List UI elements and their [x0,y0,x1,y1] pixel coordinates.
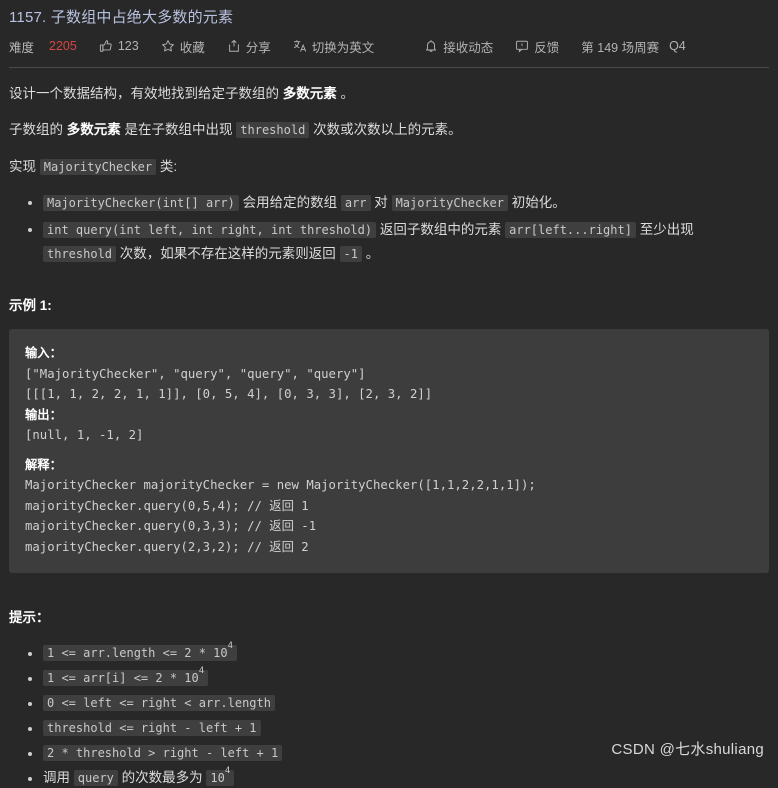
problem-page: 1157. 子数组中占绝大多数的元素 难度 2205 123 收藏 分享 切换为… [0,0,778,786]
inline-code-arr: arr [340,195,371,211]
difficulty-value: 2205 [49,39,77,53]
constraint-text: 调用 [43,770,74,785]
subscribe-label: 接收动态 [443,40,494,55]
spec-text: 会用给定的数组 [238,195,341,210]
example-heading: 示例 1: [9,298,52,313]
contest-link[interactable]: 第 149 场周赛 [581,37,659,56]
inline-code-query-signature: int query(int left, int right, int thres… [43,222,377,238]
inline-code-majoritychecker: MajorityChecker [39,159,157,175]
spec-text: 次数，如果不存在这样的元素则返回 [116,246,340,261]
constraint-code: 1 <= arr[i] <= 2 * 104 [43,667,209,686]
description-paragraph-2: 子数组的 多数元素 是在子数组中出现 threshold 次数或次数以上的元素。 [9,119,769,141]
list-item: threshold <= right - left + 1 [28,718,769,738]
constraint-code: 2 * threshold > right - left + 1 [43,745,283,761]
difficulty-group: 难度 2205 [9,37,77,56]
example-explain-line-1: MajorityChecker majorityChecker = new Ma… [25,478,536,492]
desc-text: 是在子数组中出现 [120,122,237,137]
favorite-label: 收藏 [179,40,205,55]
problem-meta-bar: 难度 2205 123 收藏 分享 切换为英文 接收动态 反馈 第 149 场周… [9,32,769,60]
example-explain-label: 解释： [25,457,62,472]
spec-text: 对 [370,195,392,210]
example-explain-line-2: majorityChecker.query(0,5,4); // 返回 1 [25,498,309,513]
desc-text: 。 [336,86,355,101]
share-label: 分享 [245,40,271,55]
bell-icon [424,39,438,53]
constraint-superscript: 4 [198,666,205,676]
share-button[interactable]: 分享 [227,37,271,56]
list-item: 0 <= left <= right < arr.length [28,693,769,713]
constraint-code: 0 <= left <= right < arr.length [43,695,275,711]
favorite-button[interactable]: 收藏 [161,37,205,56]
desc-text: 次数或次数以上的元素。 [309,122,462,137]
spec-text: 初始化。 [507,195,566,210]
constraint-text: 的次数最多为 [117,770,207,785]
problem-content: 设计一个数据结构，有效地找到给定子数组的 多数元素 。 子数组的 多数元素 是在… [9,68,769,788]
constraint-superscript: 4 [227,641,234,651]
example-input-label: 输入： [25,346,62,360]
constraint-superscript: 4 [224,766,231,776]
inline-code-threshold: threshold [236,122,310,138]
list-item: int query(int left, int right, int thres… [28,218,769,266]
desc-strong: 多数元素 [66,122,121,137]
constraints-list: 1 <= arr.length <= 2 * 104 1 <= arr[i] <… [9,642,769,788]
page-title: 1157. 子数组中占绝大多数的元素 [9,9,234,26]
feedback-icon [515,39,529,53]
switch-language-button[interactable]: 切换为英文 [293,37,375,56]
csdn-watermark: CSDN @七水shuliang [611,741,764,758]
example-output-label: 输出： [25,407,62,422]
example-spacer [25,446,753,455]
thumbs-up-icon [99,39,113,53]
inline-code-arr-range: arr[left...right] [505,222,636,238]
description-paragraph-1: 设计一个数据结构，有效地找到给定子数组的 多数元素 。 [9,83,769,104]
switch-language-label: 切换为英文 [311,40,375,55]
desc-text: 实现 [9,159,40,174]
constraint-code: 1 <= arr.length <= 2 * 104 [43,642,238,661]
inline-code-threshold: threshold [43,246,117,262]
desc-strong: 多数元素 [282,86,337,101]
subscribe-button[interactable]: 接收动态 [424,37,493,56]
constraint-text: 1 <= arr[i] <= 2 * 10 [47,671,199,685]
description-paragraph-3: 实现 MajorityChecker 类: [9,156,769,178]
inline-code-constructor: MajorityChecker(int[] arr) [43,195,239,211]
list-item: 1 <= arr[i] <= 2 * 104 [28,667,769,688]
inline-code-minus-one: -1 [339,246,362,262]
hints-heading: 提示： [9,610,50,625]
list-item: MajorityChecker(int[] arr) 会用给定的数组 arr 对… [28,191,769,215]
share-icon [227,39,241,53]
example-input-line-2: [[[1, 1, 2, 2, 1, 1]], [0, 5, 4], [0, 3,… [25,387,433,401]
feedback-button[interactable]: 反馈 [515,37,559,56]
list-item: 1 <= arr.length <= 2 * 104 [28,642,769,663]
api-spec-list: MajorityChecker(int[] arr) 会用给定的数组 arr 对… [9,191,769,266]
contest-label: 第 149 场周赛 [581,40,660,55]
spec-text: 返回子数组中的元素 [376,222,506,237]
question-number[interactable]: Q4 [669,39,686,53]
example-input-line-1: ["MajorityChecker", "query", "query", "q… [25,366,366,381]
spec-text: 。 [362,246,380,261]
example-explain-line-4: majorityChecker.query(2,3,2); // 返回 2 [25,539,309,554]
spec-text: 至少出现 [635,222,694,237]
desc-text: 子数组的 [9,122,67,137]
desc-text: 设计一个数据结构，有效地找到给定子数组的 [9,86,283,101]
like-button[interactable]: 123 [99,39,139,53]
example-explain-line-3: majorityChecker.query(0,3,3); // 返回 -1 [25,519,317,533]
constraint-text: 10 [210,771,225,785]
star-icon [161,39,175,53]
question-number-label: Q4 [669,39,686,53]
like-count: 123 [117,39,139,53]
difficulty-label: 难度 [9,40,35,55]
desc-text: 类: [156,159,178,174]
constraint-code: 104 [206,767,235,786]
inline-code-query: query [73,770,118,786]
example-output-line: [null, 1, -1, 2] [25,428,144,442]
inline-code-classname: MajorityChecker [391,195,508,211]
list-item: 调用 query 的次数最多为 104 [28,767,769,788]
feedback-label: 反馈 [534,40,560,55]
example-code-block: 输入： ["MajorityChecker", "query", "query"… [9,329,769,573]
constraint-text: 1 <= arr.length <= 2 * 10 [47,646,228,660]
constraint-code: threshold <= right - left + 1 [43,720,261,736]
translate-icon [293,39,307,53]
